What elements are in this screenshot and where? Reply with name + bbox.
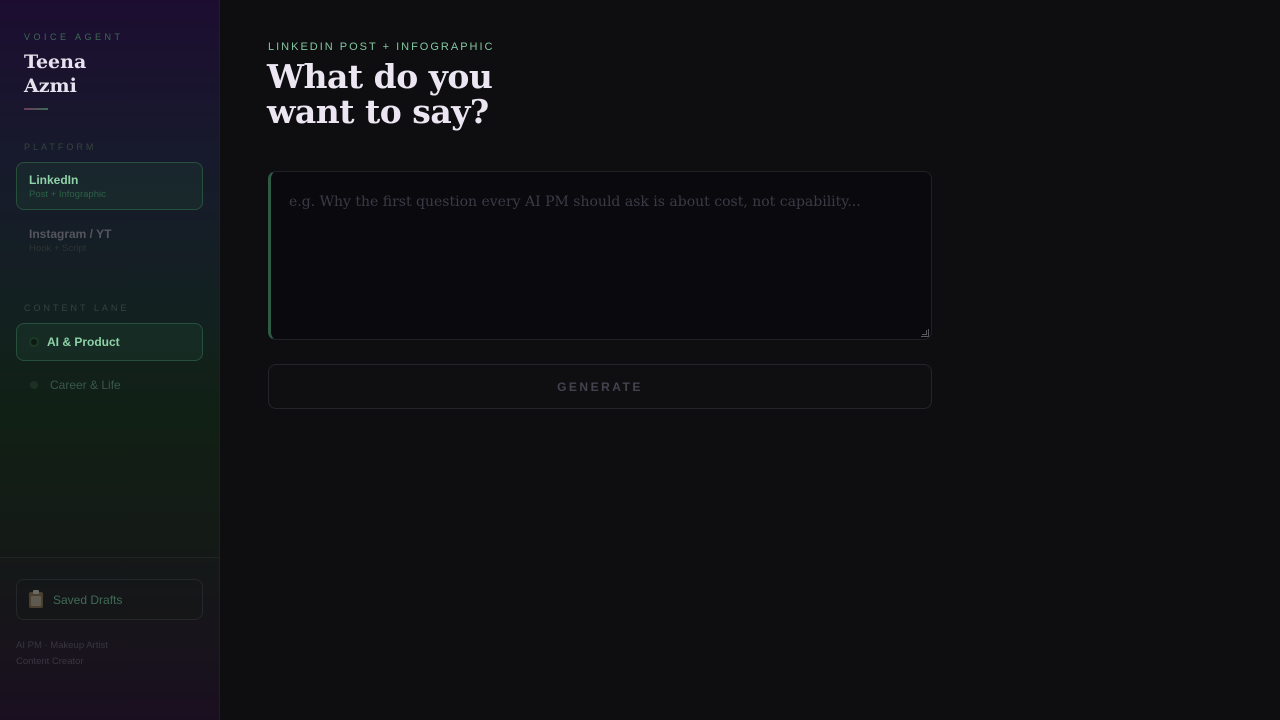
resize-handle-icon[interactable] <box>921 329 929 337</box>
platform-item-subtitle: Post + Infographic <box>29 189 106 200</box>
brand-name-first: Teena <box>24 51 87 73</box>
app-root: VOICE AGENT Teena Azmi PLATFORM LinkedIn… <box>0 0 1280 720</box>
clipboard-icon <box>29 589 43 608</box>
generate-button[interactable]: GENERATE <box>268 364 932 409</box>
page-title: What do you want to say? <box>267 59 667 129</box>
brand-eyebrow: VOICE AGENT <box>24 32 124 42</box>
lane-item-ai-product[interactable]: AI & Product <box>16 323 203 361</box>
page-title-line-2: want to say? <box>267 92 489 131</box>
platform-item-title: Instagram / YT <box>29 227 112 241</box>
lane-dot-icon <box>30 381 38 389</box>
sidebar-footer: AI PM · Makeup Artist Content Creator <box>16 638 206 670</box>
platform-item-linkedin[interactable]: LinkedIn Post + Infographic <box>16 162 203 210</box>
lane-item-label: Career & Life <box>50 378 121 392</box>
lane-item-career-life[interactable]: Career & Life <box>16 366 203 404</box>
brand-name: Teena Azmi <box>24 50 194 98</box>
sidebar-divider <box>0 557 219 558</box>
platform-item-subtitle: Hook + Script <box>29 243 87 254</box>
brand-name-last: Azmi <box>24 75 77 97</box>
prompt-input[interactable] <box>289 194 913 317</box>
saved-drafts-button[interactable]: Saved Drafts <box>16 579 203 620</box>
footer-line-2: Content Creator <box>16 656 84 667</box>
lane-item-label: AI & Product <box>47 335 120 349</box>
main-panel: LINKEDIN POST + INFOGRAPHIC What do you … <box>220 0 1280 720</box>
prompt-container <box>268 171 932 340</box>
platform-item-instagram[interactable]: Instagram / YT Hook + Script <box>16 216 203 264</box>
footer-line-1: AI PM · Makeup Artist <box>16 640 108 651</box>
page-eyebrow: LINKEDIN POST + INFOGRAPHIC <box>268 41 495 53</box>
lane-dot-icon <box>29 337 39 347</box>
sidebar: VOICE AGENT Teena Azmi PLATFORM LinkedIn… <box>0 0 220 720</box>
lane-section-label: CONTENT LANE <box>24 303 130 313</box>
platform-section-label: PLATFORM <box>24 142 97 152</box>
saved-drafts-label: Saved Drafts <box>53 592 123 607</box>
page-title-line-1: What do you <box>267 57 493 96</box>
platform-item-title: LinkedIn <box>29 173 79 187</box>
brand-underline <box>24 108 48 110</box>
